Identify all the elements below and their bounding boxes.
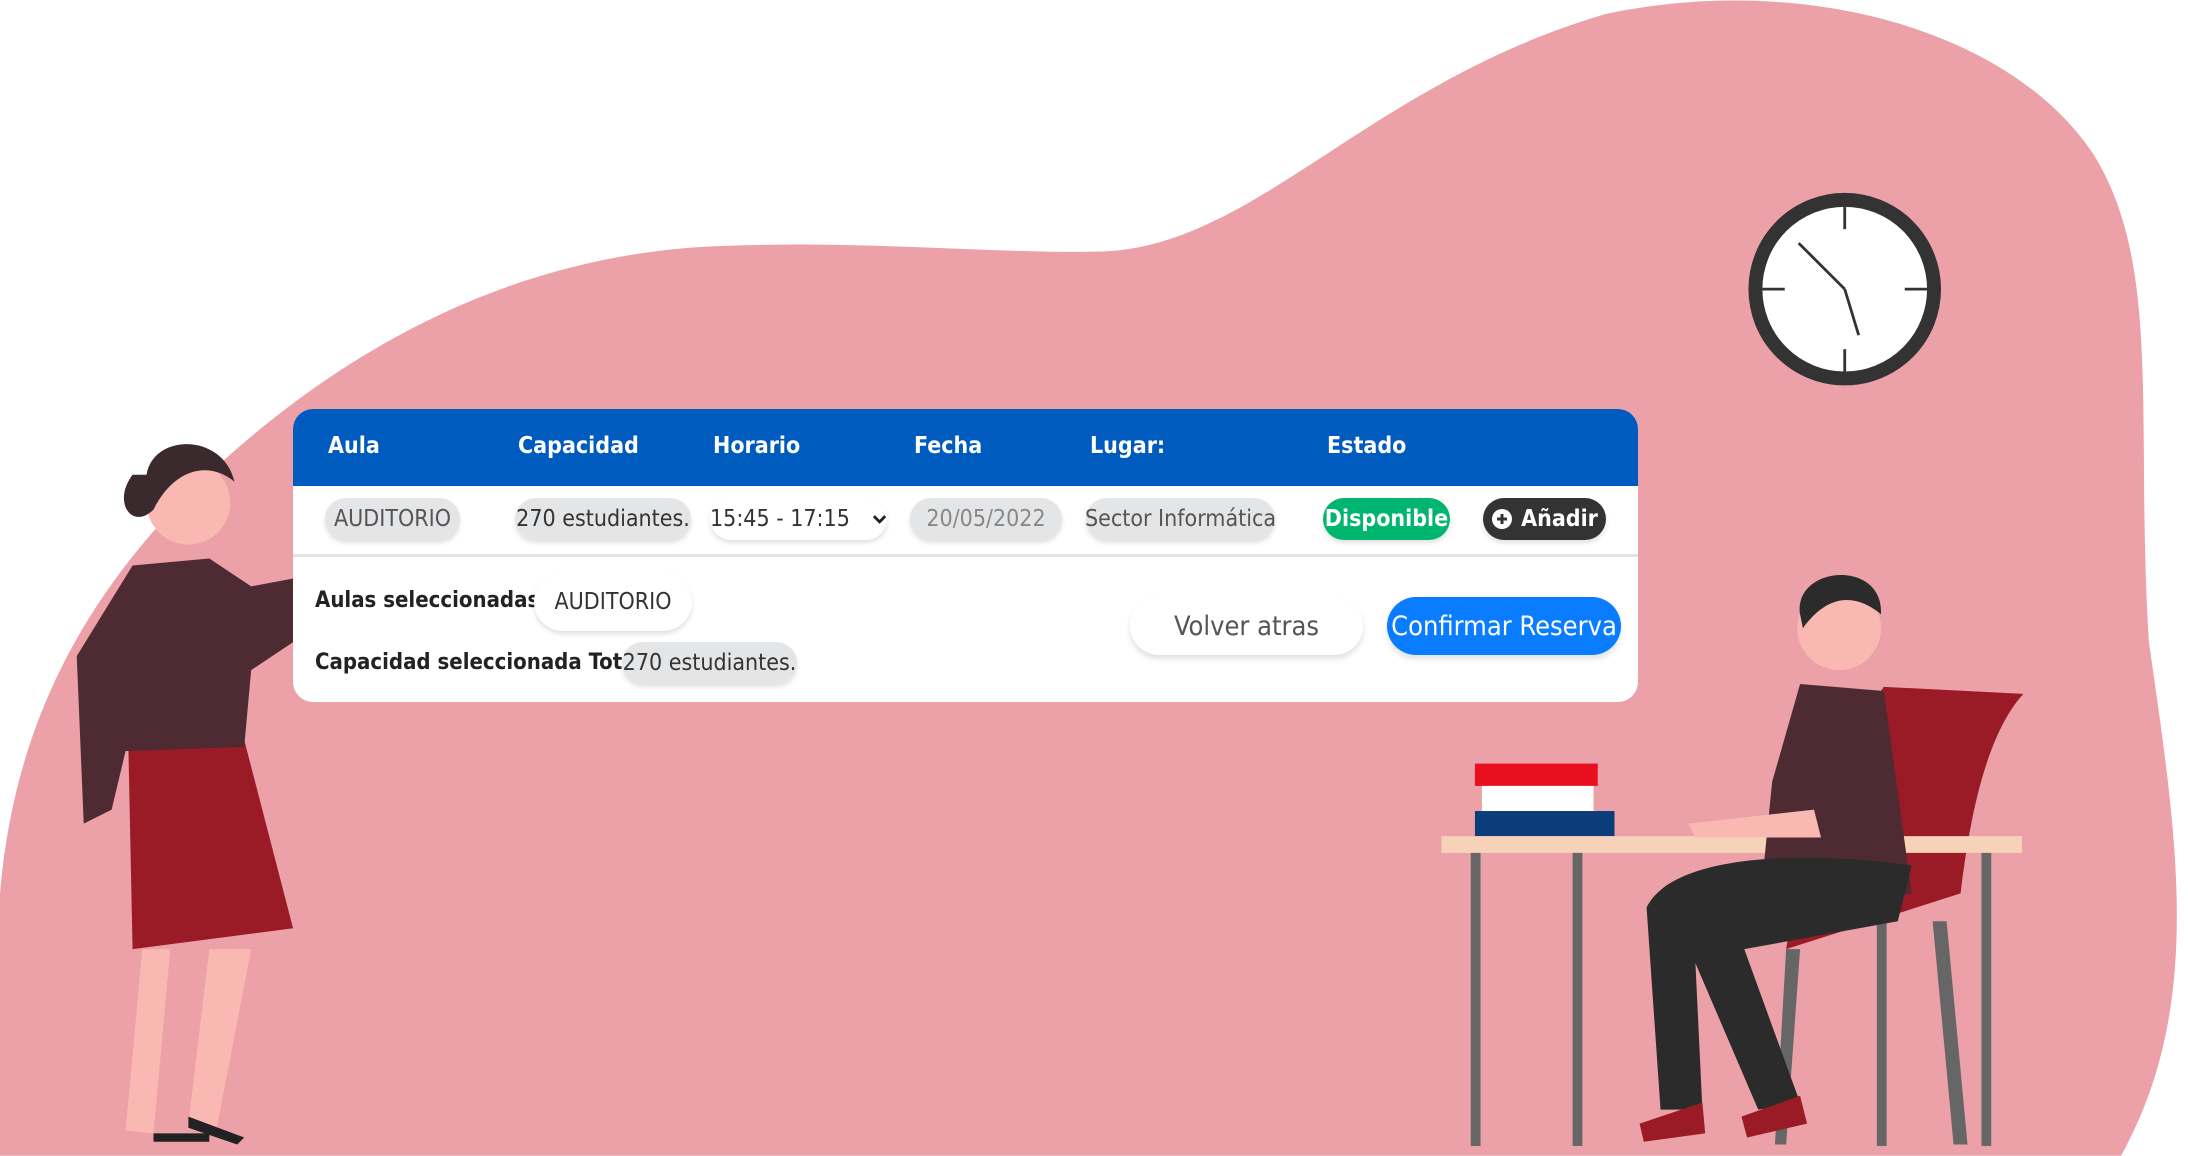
add-label: Añadir <box>1521 506 1598 532</box>
clock-icon <box>1748 192 1942 386</box>
capacidad-total-value: 270 estudiantes. <box>622 642 797 684</box>
horario-select[interactable]: 15:45 - 17:15 <box>710 498 887 540</box>
capacidad-total-label: Capacidad seleccionada Total: <box>315 650 651 675</box>
capacidad-value: 270 estudiantes. <box>515 498 691 540</box>
back-button[interactable]: Volver atras <box>1130 597 1363 655</box>
header-fecha: Fecha <box>914 433 983 459</box>
status-badge: Disponible <box>1323 498 1450 540</box>
aula-value: AUDITORIO <box>325 498 460 540</box>
aulas-seleccionadas-label: Aulas seleccionadas: <box>315 588 548 613</box>
reservation-card: Aula Capacidad Horario Fecha Lugar: Esta… <box>293 409 1638 702</box>
chevron-down-icon <box>872 515 887 524</box>
header-lugar: Lugar: <box>1090 433 1166 459</box>
plus-circle-icon <box>1492 509 1513 529</box>
aulas-seleccionadas-value: AUDITORIO <box>534 573 692 631</box>
horario-value: 15:45 - 17:15 <box>710 506 850 532</box>
header-horario: Horario <box>713 433 801 459</box>
table-header: Aula Capacidad Horario Fecha Lugar: Esta… <box>293 409 1638 486</box>
header-capacidad: Capacidad <box>518 433 639 459</box>
lugar-value: Sector Informática <box>1085 498 1276 540</box>
confirm-button[interactable]: Confirmar Reserva <box>1387 597 1621 655</box>
header-aula: Aula <box>328 433 380 459</box>
fecha-value: 20/05/2022 <box>910 498 1062 540</box>
add-button[interactable]: Añadir <box>1483 498 1606 540</box>
header-estado: Estado <box>1327 433 1407 459</box>
table-row: AUDITORIO 270 estudiantes. 15:45 - 17:15… <box>293 486 1638 557</box>
